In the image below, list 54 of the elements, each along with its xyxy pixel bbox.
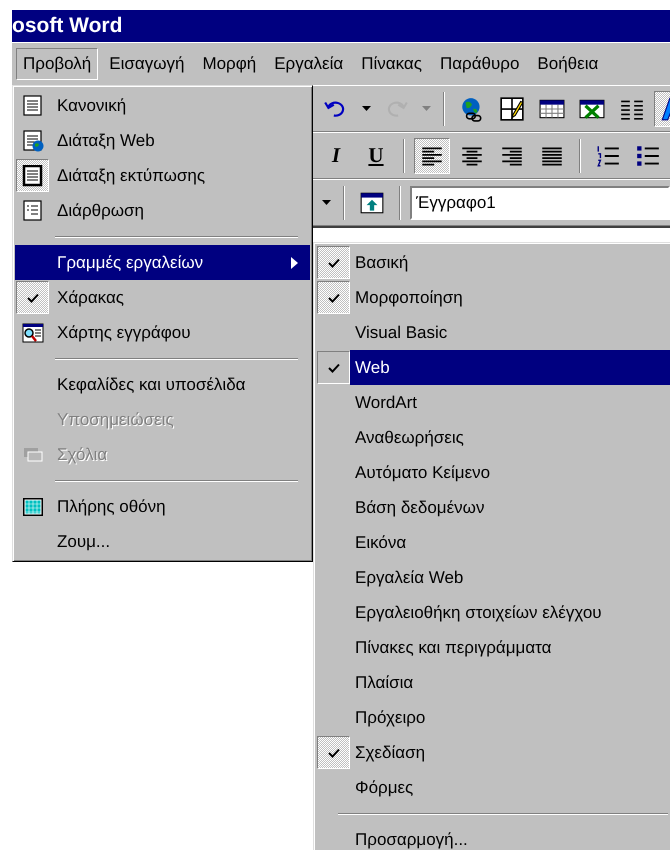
submenu-arrow-icon: [291, 256, 298, 268]
menu-item[interactable]: Μορφή: [195, 48, 264, 80]
menu-item[interactable]: Βοήθεια: [530, 48, 606, 80]
toolbar-button[interactable]: [414, 138, 450, 174]
italic-button[interactable]: I: [318, 138, 354, 174]
menu-item[interactable]: Εργαλεία: [267, 48, 350, 80]
address-field[interactable]: Έγγραφο1: [410, 186, 670, 220]
menu-item[interactable]: Παράθυρο: [432, 48, 526, 80]
menu-item[interactable]: Κεφαλίδες και υποσέλιδα: [15, 367, 310, 402]
check-icon: [328, 362, 340, 372]
page-icon: [22, 164, 44, 186]
underline-button[interactable]: U: [358, 138, 394, 174]
menu-item[interactable]: Διάταξη Web: [15, 123, 310, 158]
menu-item[interactable]: Προσαρμογή...: [316, 822, 670, 850]
menu-item[interactable]: Διάρθρωση: [15, 193, 310, 228]
menu-item[interactable]: Χάρακας: [15, 280, 310, 315]
menu-item[interactable]: Πλαίσια: [316, 665, 670, 700]
menu-item[interactable]: Γραμμές εργαλείων: [15, 245, 310, 280]
menu-item[interactable]: Βασική: [316, 245, 670, 280]
magnifier-window-icon: [22, 322, 44, 344]
page-icon: [22, 94, 44, 116]
page-globe-icon: [22, 130, 44, 152]
menu-item[interactable]: Αναθεωρήσεις: [316, 420, 670, 455]
menu-item[interactable]: Προβολή: [16, 48, 98, 80]
menu-item[interactable]: Visual Basic: [316, 315, 670, 350]
check-icon: [328, 258, 340, 268]
menu-item[interactable]: Αυτόματο Κείμενο: [316, 455, 670, 490]
menu-item[interactable]: Πίνακας: [354, 48, 429, 80]
menu-item[interactable]: Κανονική: [15, 88, 310, 123]
menu-item[interactable]: Πλήρης οθόνη: [15, 489, 310, 524]
menu-item[interactable]: WordArt: [316, 385, 670, 420]
pencil-grid-icon: [499, 96, 525, 122]
menu-item[interactable]: Φόρμες: [316, 770, 670, 805]
menu-item[interactable]: Πίνακες και περιγράμματα: [316, 630, 670, 665]
check-icon: [328, 292, 340, 302]
menu-item[interactable]: Διάταξη εκτύπωσης: [15, 158, 310, 193]
caret-icon: [322, 200, 330, 205]
window-title: osoft Word: [12, 14, 122, 38]
menu-item[interactable]: Σχεδίαση: [316, 735, 670, 770]
menu-item[interactable]: Εργαλειοθήκη στοιχείων ελέγχου: [316, 595, 670, 630]
screen-icon: [22, 496, 44, 518]
menu-item[interactable]: Βάση δεδομένων: [316, 490, 670, 525]
caret-icon: [362, 106, 370, 111]
menu-item[interactable]: Εισαγωγή: [102, 48, 192, 80]
menu-item[interactable]: Πρόχειρο: [316, 700, 670, 735]
check-icon: [26, 292, 38, 302]
menu-item[interactable]: Μορφοποίηση: [316, 280, 670, 315]
menu-item[interactable]: Ζουμ...: [15, 524, 310, 559]
menu-item[interactable]: Εργαλεία Web: [316, 560, 670, 595]
outline-page-icon: [22, 200, 44, 222]
check-icon: [328, 748, 340, 758]
menu-item[interactable]: Χάρτης εγγράφου: [15, 315, 310, 350]
menu-item[interactable]: Εικόνα: [316, 525, 670, 560]
caret-icon: [422, 106, 430, 111]
